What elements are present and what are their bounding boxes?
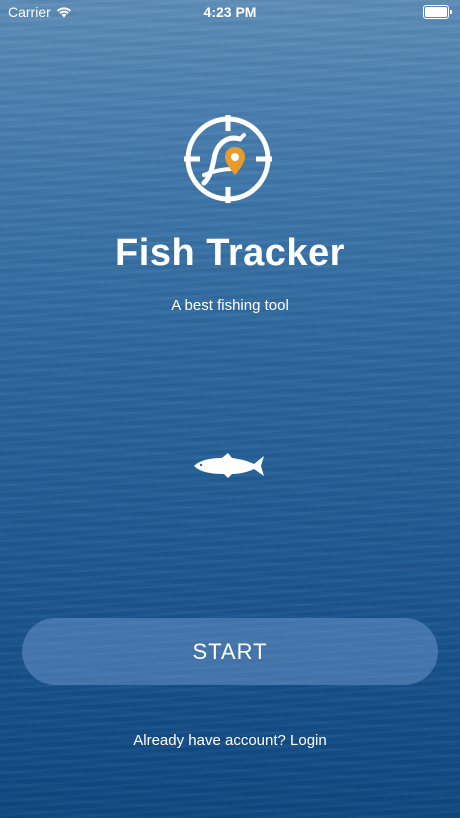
start-button[interactable]: START xyxy=(22,618,438,685)
status-left: Carrier xyxy=(8,4,72,20)
app-title: Fish Tracker xyxy=(115,232,345,274)
tuna-fish-icon xyxy=(194,453,264,478)
login-link[interactable]: Already have account? Login xyxy=(0,732,460,749)
battery-icon xyxy=(423,5,452,19)
status-bar: Carrier 4:23 PM xyxy=(0,0,460,24)
app-subtitle: A best fishing tool xyxy=(171,297,289,314)
fish-location-crosshair-icon xyxy=(184,115,272,203)
wifi-icon xyxy=(56,7,71,18)
carrier-label: Carrier xyxy=(8,4,51,20)
